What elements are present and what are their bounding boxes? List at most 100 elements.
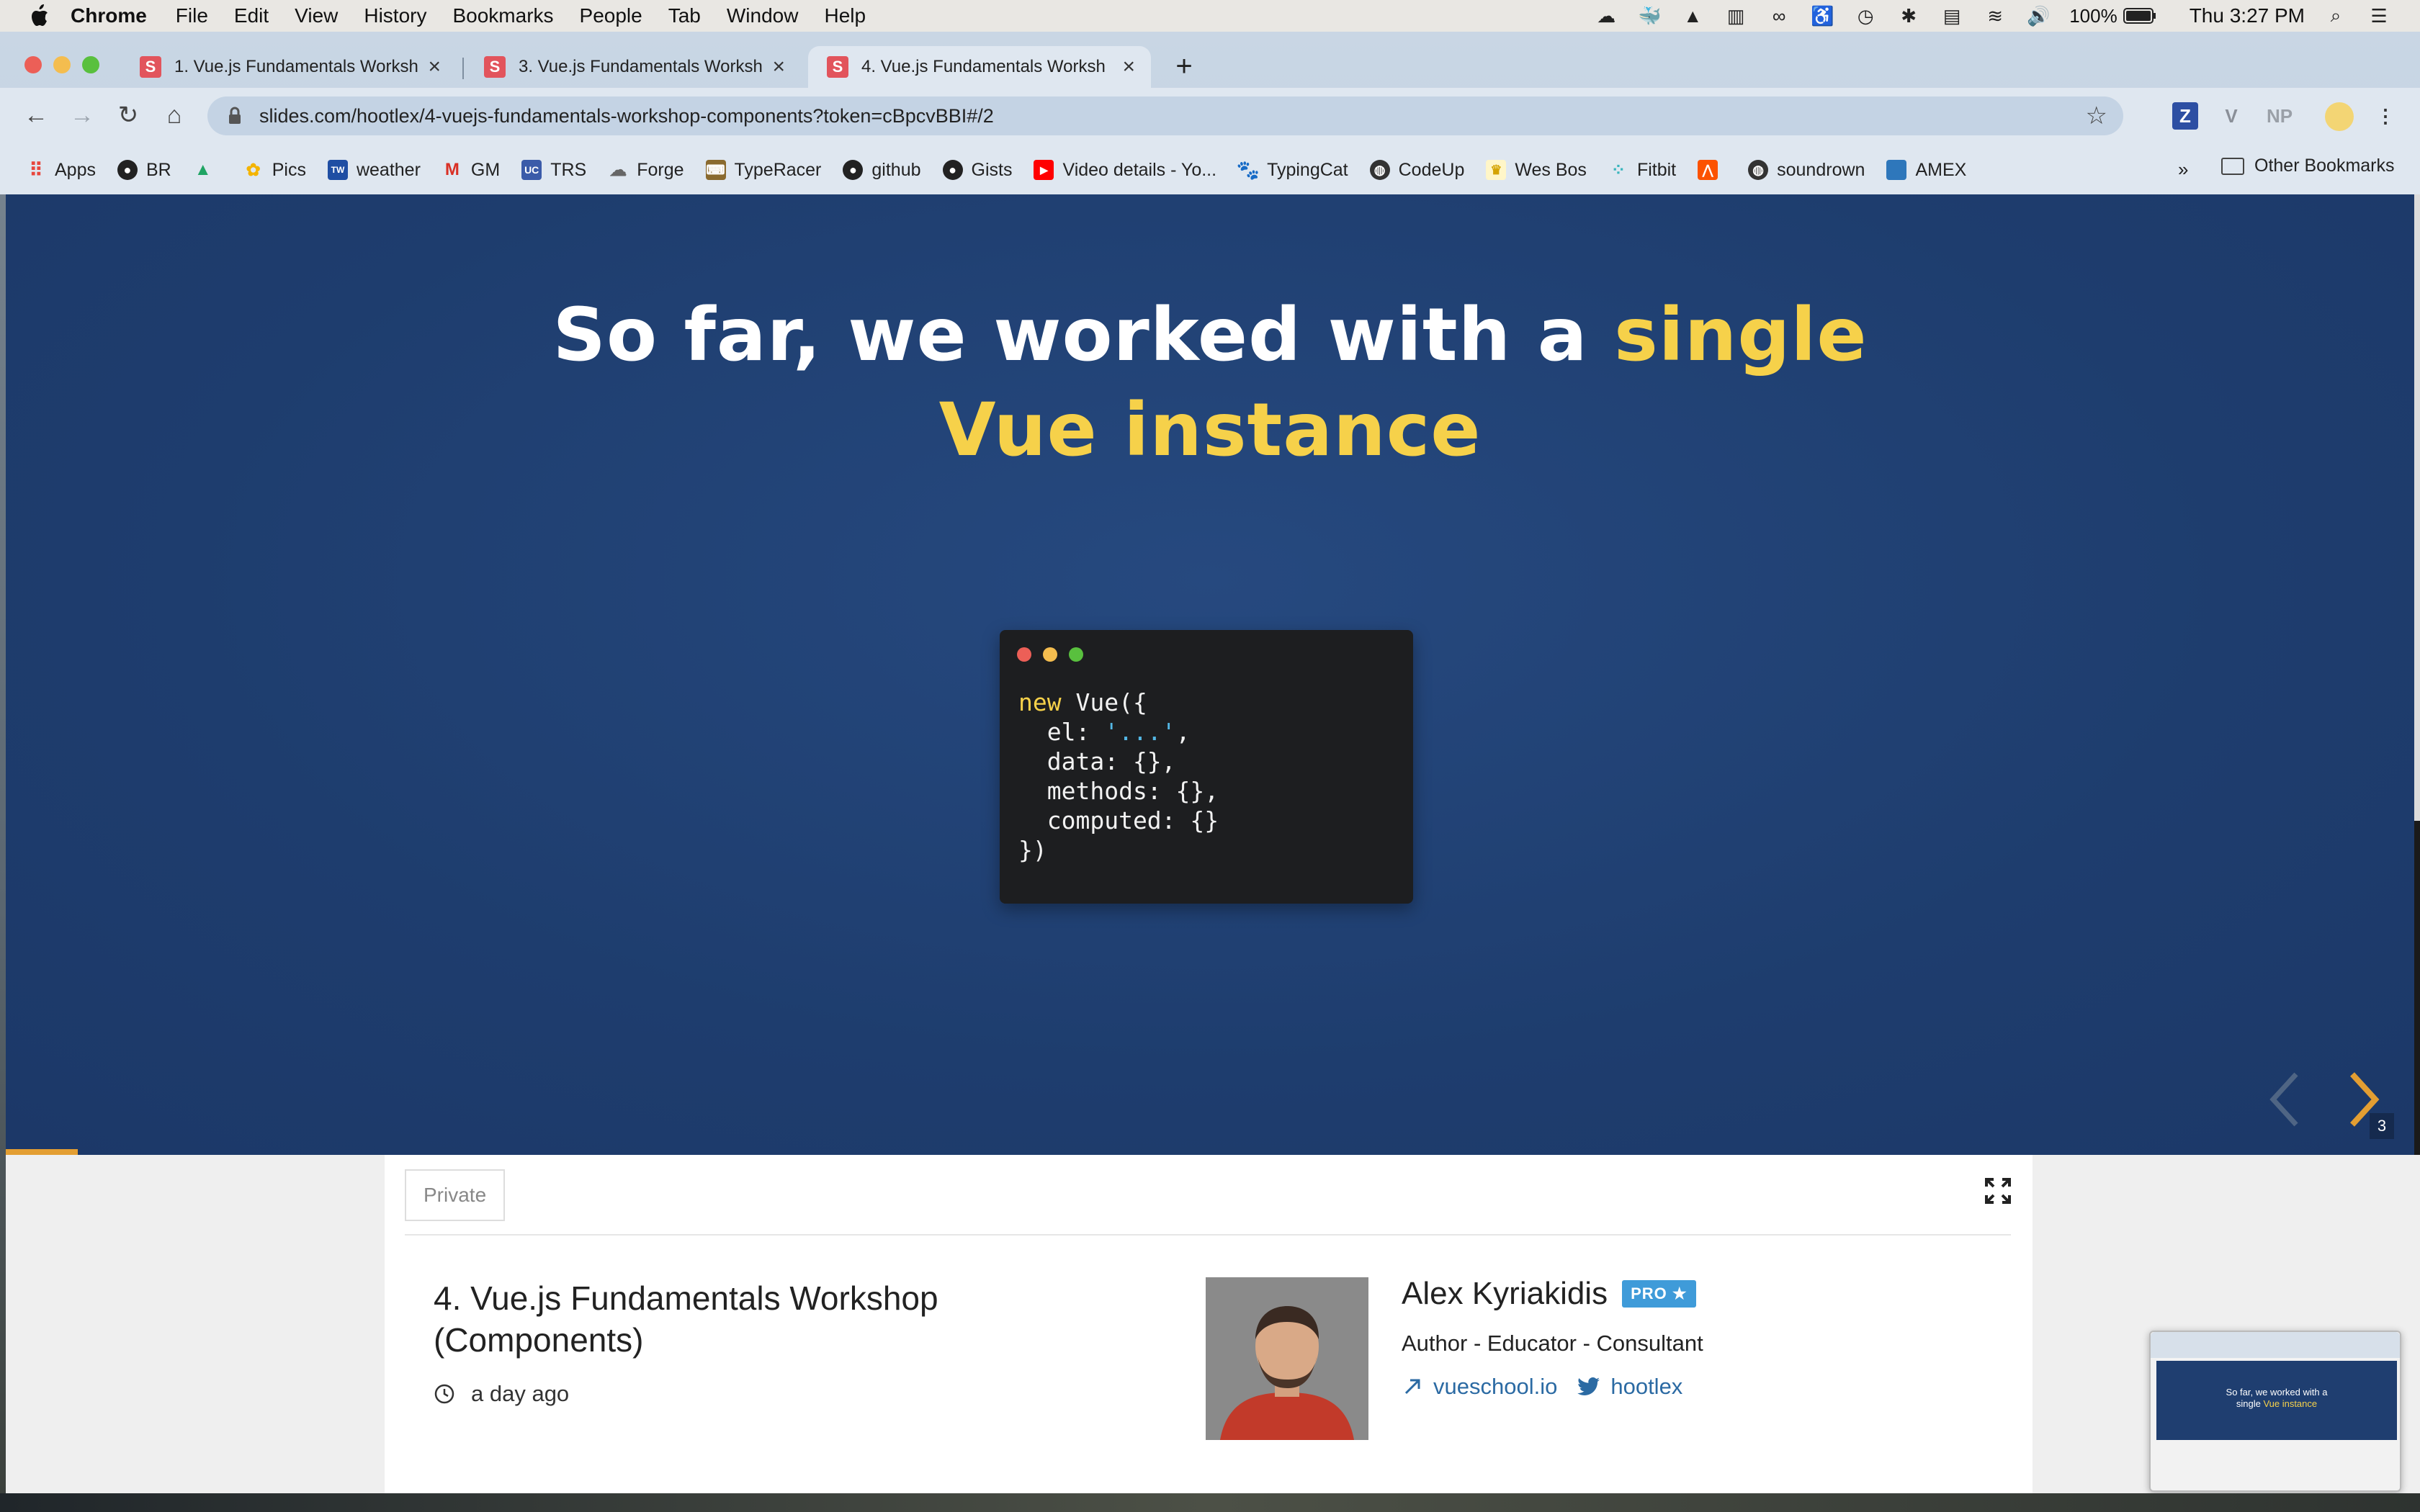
bookmark-soundrown[interactable]: ◍ soundrown [1748,160,1865,181]
bars-icon[interactable]: ▥ [1724,5,1748,27]
bookmark-strava[interactable]: ⋀ [1698,160,1726,180]
menu-file[interactable]: File [176,4,208,27]
visibility-badge[interactable]: Private [405,1169,506,1221]
author-website-link[interactable]: vueschool.io [1402,1374,1557,1400]
slide-viewer[interactable]: So far, we worked with a single Vue inst… [6,194,2414,1155]
drive-sync-icon[interactable]: ▲ [1680,5,1705,27]
bookmark-typingcat[interactable]: 🐾 TypingCat [1237,159,1348,181]
slides-favicon-icon: S [827,56,848,78]
deck-time-text: a day ago [471,1381,570,1406]
fullscreen-icon[interactable] [1984,1176,2012,1205]
code-line: }) [1018,836,1047,864]
bookmark-star-icon[interactable]: ☆ [2086,102,2107,130]
previous-slide-icon[interactable] [2263,1067,2306,1132]
reload-icon[interactable]: ↻ [112,99,144,131]
wifi-icon[interactable]: ≋ [1983,5,2007,27]
bookmark-typeracer[interactable]: ⌨ TypeRacer [705,159,822,181]
menu-window[interactable]: Window [727,4,799,27]
menu-bookmarks[interactable]: Bookmarks [452,4,553,27]
profile-avatar[interactable] [2325,102,2354,131]
notification-center-icon[interactable]: ☰ [2367,5,2391,27]
github-icon: ● [843,160,864,180]
bookmark-gists[interactable]: ● Gists [942,160,1012,181]
window-zoom-button[interactable] [82,56,99,73]
menu-help[interactable]: Help [824,4,866,27]
volume-icon[interactable]: 🔊 [2026,5,2051,27]
menu-people[interactable]: People [580,4,642,27]
new-tab-button[interactable]: + [1170,52,1198,82]
bookmark-github[interactable]: ● github [843,160,921,181]
tab-close-icon[interactable]: × [1122,55,1135,79]
author-photo-image [1206,1277,1368,1440]
bookmark-youtube[interactable]: ▶ Video details - Yo... [1034,160,1216,181]
menu-app-name[interactable]: Chrome [71,4,147,27]
apps-grid-icon: ⠿ [29,158,43,181]
bookmark-pics[interactable]: ✿ Pics [243,160,306,181]
accessibility-icon[interactable]: ♿ [1810,5,1834,27]
docker-icon[interactable]: 🐳 [1637,5,1662,27]
bookmark-gm[interactable]: M GM [442,160,500,181]
browser-toolbar: ← → ↻ ⌂ slides.com/hootlex/4-vuejs-funda… [0,88,2420,145]
menu-tab[interactable]: Tab [668,4,701,27]
bookmark-codeup[interactable]: ◍ CodeUp [1369,160,1464,181]
tab-separator [462,58,464,79]
extension-np-icon[interactable]: NP [2262,102,2298,130]
author-avatar[interactable] [1206,1277,1368,1440]
slide-number: 3 [2370,1113,2394,1139]
bookmark-weather[interactable]: TW weather [327,160,421,181]
scrollbar-thumb[interactable] [2414,821,2420,1155]
bookmark-label: Apps [55,159,96,180]
page-scrollbar[interactable] [2414,194,2420,1155]
keyboard-icon[interactable]: ▤ [1940,5,1964,27]
tab-3-active[interactable]: S 4. Vue.js Fundamentals Worksh × [808,46,1151,88]
screenshot-preview-thumbnail[interactable]: So far, we worked with a single Vue inst… [2149,1331,2401,1492]
menu-edit[interactable]: Edit [234,4,269,27]
extension-z-icon[interactable]: Z [2172,102,2198,130]
bookmark-fitbit[interactable]: ⁘ Fitbit [1608,160,1676,181]
chrome-menu-icon[interactable]: ⋮ [2376,102,2395,130]
tab-close-icon[interactable]: × [428,55,441,79]
lock-icon [229,107,241,124]
bookmark-trs[interactable]: UC TRS [521,160,586,181]
menubar-clock[interactable]: Thu 3:27 PM [2190,4,2305,27]
menu-history[interactable]: History [364,4,426,27]
extension-v-icon[interactable]: V [2218,102,2244,130]
code-line: computed: {} [1018,806,1219,834]
home-icon[interactable]: ⌂ [158,99,190,131]
forward-arrow-icon[interactable]: → [66,99,98,131]
window-close-button[interactable] [24,56,42,73]
bookmarks-bar: ⠿ Apps ● BR ▲ ✿ Pics TW weather M GM UC … [0,145,2420,194]
time-machine-icon[interactable]: ◷ [1853,5,1878,27]
window-minimize-button[interactable] [53,56,71,73]
url-text: slides.com/hootlex/4-vuejs-fundamentals-… [259,104,994,127]
bookmark-apps[interactable]: ⠿ Apps [26,158,96,181]
macos-menu-bar: Chrome File Edit View History Bookmarks … [0,0,2420,32]
bluetooth-icon[interactable]: ✱ [1896,5,1921,27]
tab-1[interactable]: S 1. Vue.js Fundamentals Worksh × [121,46,457,88]
spotlight-search-icon[interactable]: ⌕ [2323,4,2348,27]
bookmark-wesbos[interactable]: ♛ Wes Bos [1486,160,1587,181]
back-arrow-icon[interactable]: ← [20,99,52,131]
glasses-icon[interactable]: ∞ [1767,5,1791,27]
author-twitter-link[interactable]: hootlex [1577,1374,1682,1400]
apple-icon[interactable] [26,1,55,30]
author-name[interactable]: Alex Kyriakidis PRO ★ [1402,1276,1696,1312]
tab-2[interactable]: S 3. Vue.js Fundamentals Worksh × [465,46,801,88]
slide-progress-bar [6,1149,79,1155]
bookmark-label: TypeRacer [734,159,822,180]
bookmark-drive[interactable]: ▲ [193,160,222,180]
clock-icon [434,1384,454,1404]
tab-close-icon[interactable]: × [772,55,785,79]
bookmark-amex[interactable]: AMEX [1886,160,1966,181]
google-photos-icon: ✿ [246,160,261,180]
battery-status[interactable]: 100% [2069,5,2156,27]
bookmark-label: Pics [272,159,306,180]
bookmark-br[interactable]: ● BR [117,160,171,181]
code-window-dot-red [1017,647,1031,662]
bookmark-forge[interactable]: ☁ Forge [608,160,684,181]
creative-cloud-icon[interactable]: ☁ [1594,5,1618,27]
menu-view[interactable]: View [295,4,338,27]
other-bookmarks[interactable]: Other Bookmarks [2221,156,2395,176]
bookmarks-overflow-button[interactable]: » [2178,158,2188,181]
address-bar[interactable]: slides.com/hootlex/4-vuejs-fundamentals-… [207,96,2123,135]
